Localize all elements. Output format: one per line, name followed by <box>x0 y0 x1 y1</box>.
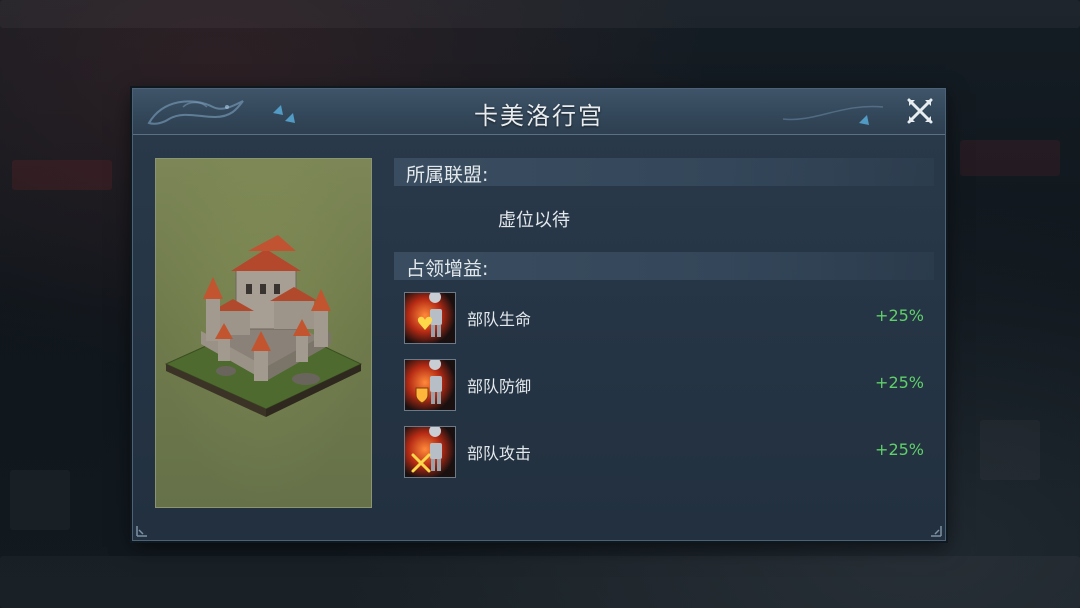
dialog-title-bar: 卡美洛行宫 <box>133 89 945 135</box>
troop-attack-icon <box>404 425 456 478</box>
close-icon[interactable] <box>903 94 937 128</box>
occupation-bonus-header: 占领增益: <box>394 252 934 280</box>
bonus-row-defense: 部队防御 +25% <box>404 358 924 411</box>
occupation-bonus-label: 占领增益: <box>406 258 489 280</box>
alliance-label: 所属联盟: <box>406 164 489 186</box>
alliance-value: 虚位以待 <box>498 210 570 231</box>
castle-illustration <box>164 235 363 417</box>
bonus-row-attack: 部队攻击 +25% <box>404 425 924 478</box>
palace-info-dialog: 卡美洛行宫 所属联盟: 虚位以待 占领增益: 部队生命 +25% 部队防御 +2… <box>132 88 946 541</box>
troop-health-icon <box>404 291 456 344</box>
castle-image <box>155 158 372 508</box>
alliance-section-header: 所属联盟: <box>394 158 934 186</box>
bonus-value-defense: +25% <box>875 373 924 392</box>
bonus-value-attack: +25% <box>875 440 924 459</box>
corner-ornament-icon <box>136 526 147 537</box>
troop-defense-icon <box>404 358 456 411</box>
bonus-name-attack: 部队攻击 <box>467 444 532 463</box>
bonus-name-health: 部队生命 <box>467 310 532 329</box>
corner-ornament-icon <box>931 526 942 537</box>
knot-ornament-icon <box>782 105 884 125</box>
bonus-row-health: 部队生命 +25% <box>404 291 924 344</box>
bonus-name-defense: 部队防御 <box>467 377 532 396</box>
bonus-value-health: +25% <box>875 306 924 325</box>
